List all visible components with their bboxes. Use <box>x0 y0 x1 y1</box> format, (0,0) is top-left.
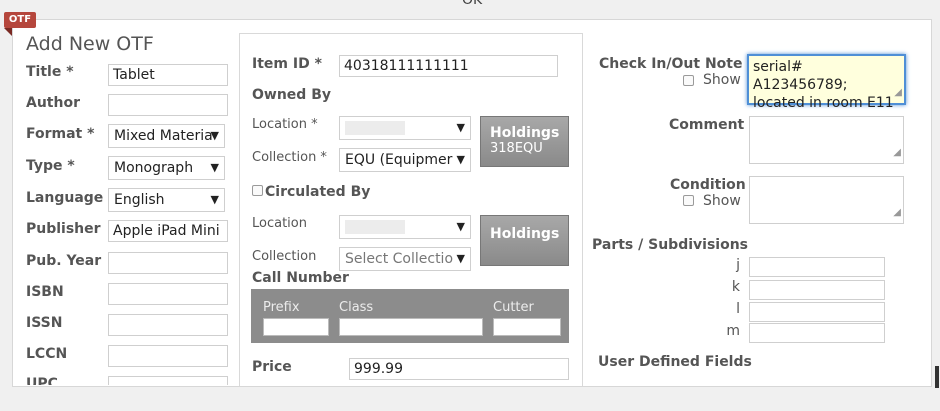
checkinout-note-label: Check In/Out Note <box>599 56 743 72</box>
holdings-button-sub: 318EQU <box>490 141 543 156</box>
type-select[interactable]: Monograph ▼ <box>108 156 225 180</box>
collection2-select-value: Select Collectio <box>345 251 454 267</box>
resize-grip-icon[interactable]: ◢ <box>893 144 901 162</box>
part-l-label: l <box>736 301 740 317</box>
caret-down-icon: ▼ <box>456 121 465 134</box>
caret-down-icon: ▼ <box>456 220 465 233</box>
issn-input[interactable] <box>108 314 228 336</box>
part-j-label: j <box>736 257 740 273</box>
class-input[interactable] <box>339 318 483 336</box>
location2-label: Location <box>252 216 307 231</box>
author-input[interactable] <box>108 94 228 116</box>
window-top-text: OK <box>462 0 483 8</box>
badge-fold <box>4 28 12 36</box>
show-condition-label: Show <box>703 193 741 209</box>
note-line-1: serial# A123456789; <box>753 59 848 93</box>
show-note-checkbox[interactable] <box>683 75 694 86</box>
issn-label: ISSN <box>26 315 63 331</box>
caret-down-icon: ▼ <box>210 129 219 142</box>
isbn-input[interactable] <box>108 283 228 305</box>
location-label: Location * <box>252 117 318 132</box>
comment-label: Comment <box>669 117 745 133</box>
collection-select-value: EQU (Equipmer <box>345 152 453 168</box>
show-condition-checkbox[interactable] <box>683 195 694 206</box>
condition-textarea[interactable]: ◢ <box>749 176 904 224</box>
collection2-label: Collection <box>252 249 317 264</box>
itemid-input[interactable]: 40318111111111 <box>339 55 558 77</box>
holdings2-button[interactable]: Holdings <box>480 215 569 266</box>
dialog-title: Add New OTF <box>26 33 154 55</box>
type-label: Type * <box>26 158 75 174</box>
format-label: Format * <box>26 126 95 142</box>
language-select-value: English <box>114 192 165 208</box>
circulated-by-checkbox[interactable] <box>252 185 263 196</box>
author-label: Author <box>26 95 80 111</box>
caret-down-icon: ▼ <box>210 161 219 174</box>
caret-down-icon: ▼ <box>456 252 465 265</box>
format-select-value: Mixed Materia <box>114 128 213 144</box>
note-line-2: located in room E11 <box>753 95 894 111</box>
collection-select[interactable]: EQU (Equipmer ▼ <box>339 148 471 172</box>
circulated-by-heading: Circulated By <box>265 184 371 200</box>
title-input[interactable]: Tablet <box>108 64 228 86</box>
owned-by-heading: Owned By <box>252 87 331 103</box>
collection-label: Collection * <box>252 150 327 165</box>
pubyear-input[interactable] <box>108 252 228 274</box>
checkinout-note-textarea[interactable]: serial# A123456789; located in room E11 … <box>747 54 906 111</box>
caret-down-icon: ▼ <box>456 153 465 166</box>
holdings-button[interactable]: Holdings 318EQU <box>480 116 569 167</box>
prefix-input[interactable] <box>263 318 329 336</box>
collection2-select[interactable]: Select Collectio ▼ <box>339 247 471 271</box>
price-input[interactable]: 999.99 <box>349 358 569 380</box>
scrollbar-thumb[interactable] <box>935 366 939 388</box>
part-l-input[interactable] <box>749 302 885 322</box>
pubyear-label: Pub. Year <box>26 253 102 269</box>
holdings-button-label: Holdings <box>490 125 560 141</box>
user-defined-fields-label: User Defined Fields <box>598 354 752 370</box>
call-number-box: Prefix Class Cutter <box>251 289 569 343</box>
type-select-value: Monograph <box>114 160 194 176</box>
title-label: Title * <box>26 64 74 80</box>
location2-blurred <box>345 220 405 234</box>
resize-grip-icon[interactable]: ◢ <box>894 84 902 102</box>
cutter-label: Cutter <box>493 300 534 315</box>
location-blurred <box>345 121 405 135</box>
isbn-label: ISBN <box>26 284 64 300</box>
cutter-input[interactable] <box>493 318 561 336</box>
resize-grip-icon[interactable]: ◢ <box>893 204 901 222</box>
itemid-label: Item ID * <box>252 56 322 72</box>
otf-badge: OTF <box>4 12 36 28</box>
upc-label: UPC <box>26 376 58 385</box>
language-select[interactable]: English ▼ <box>108 188 225 212</box>
parts-subdivisions-label: Parts / Subdivisions <box>592 237 748 253</box>
upc-input[interactable] <box>108 376 228 385</box>
class-label: Class <box>339 300 374 315</box>
prefix-label: Prefix <box>263 300 300 315</box>
comment-textarea[interactable]: ◢ <box>749 116 904 164</box>
part-k-label: k <box>731 279 740 295</box>
location2-select[interactable]: ▼ <box>339 215 471 239</box>
part-k-input[interactable] <box>749 280 885 300</box>
part-m-label: m <box>726 323 740 339</box>
language-label: Language <box>26 190 104 206</box>
lccn-input[interactable] <box>108 345 228 367</box>
condition-label: Condition <box>670 177 746 193</box>
part-j-input[interactable] <box>749 257 885 277</box>
caret-down-icon: ▼ <box>210 193 219 206</box>
show-note-label: Show <box>703 72 741 88</box>
price-label: Price <box>252 359 292 375</box>
holdings2-button-label: Holdings <box>490 226 560 242</box>
publisher-label: Publisher <box>26 221 101 237</box>
format-select[interactable]: Mixed Materia ▼ <box>108 124 225 148</box>
lccn-label: LCCN <box>26 346 68 362</box>
location-select[interactable]: ▼ <box>339 116 471 140</box>
call-number-heading: Call Number <box>252 270 349 286</box>
publisher-input[interactable]: Apple iPad Mini <box>108 220 228 242</box>
part-m-input[interactable] <box>749 323 885 343</box>
